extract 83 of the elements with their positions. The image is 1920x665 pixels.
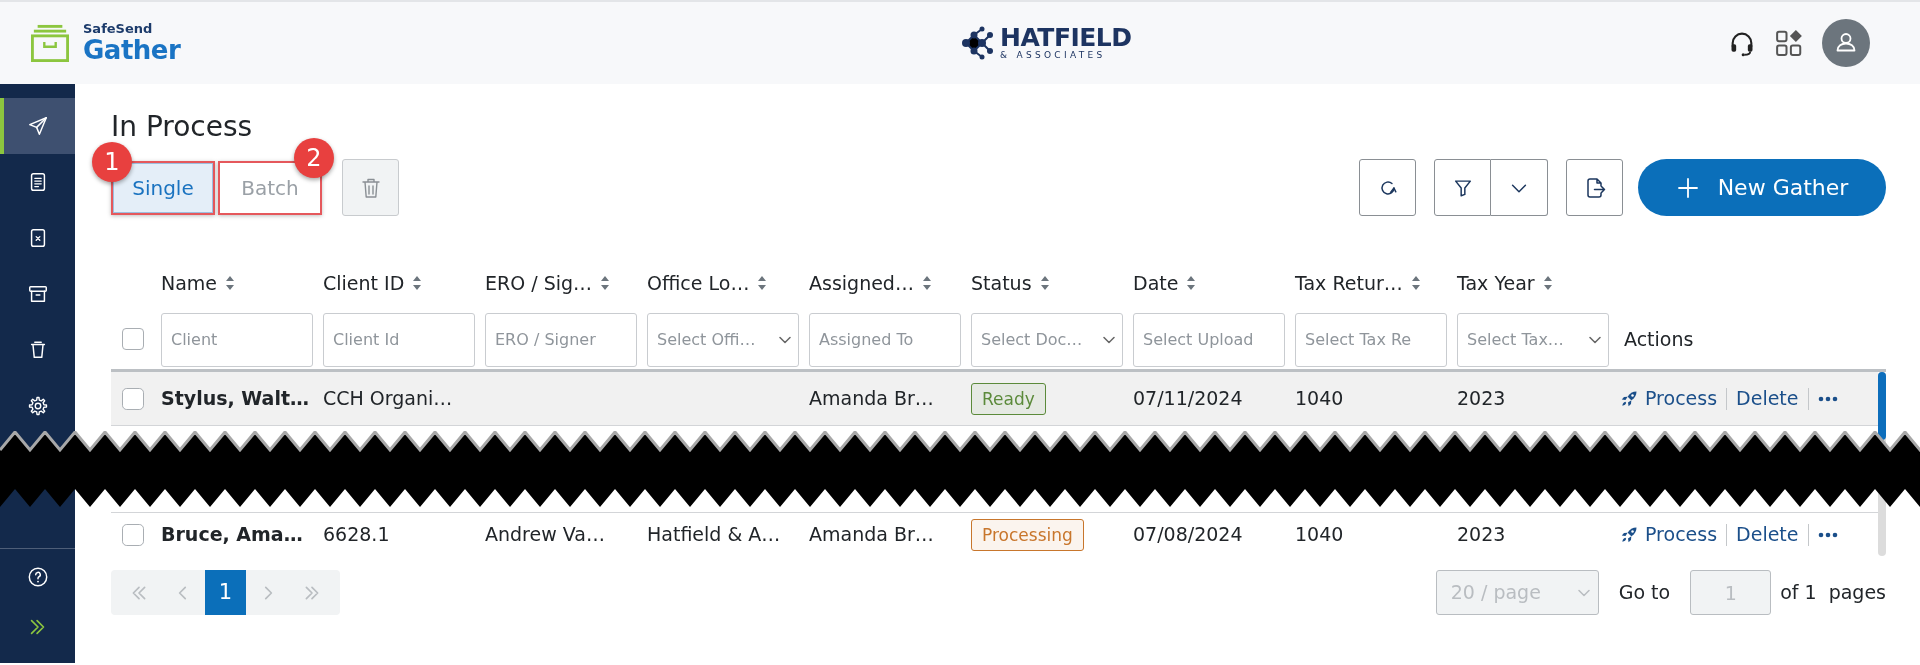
callout-marker: 2 xyxy=(294,137,334,178)
sort-icon xyxy=(600,275,611,291)
table-cell: Amanda Br… xyxy=(809,387,934,410)
sort-icon xyxy=(412,275,423,291)
more-icon[interactable] xyxy=(1817,531,1838,538)
filter-input[interactable]: Select Tax Re xyxy=(1295,312,1447,367)
new-gather-button[interactable]: New Gather xyxy=(1638,159,1886,216)
table-cell: Bruce, Ama… xyxy=(161,523,303,546)
table-cell: Stylus, Walt… xyxy=(161,387,310,410)
select-all-checkbox[interactable] xyxy=(122,327,144,350)
pages-label: pages xyxy=(1828,580,1886,606)
column-header[interactable]: Assigned… xyxy=(809,268,932,298)
double-chevron-left-icon xyxy=(130,583,148,602)
sort-icon xyxy=(921,275,932,291)
firm-logo-tagline: & ASSOCIATES xyxy=(1000,50,1107,61)
double-chevron-right-icon xyxy=(303,583,321,602)
goto-label: Go to xyxy=(1618,580,1671,606)
table-cell: 1040 xyxy=(1295,523,1344,546)
more-icon[interactable] xyxy=(1817,395,1838,402)
sort-icon xyxy=(1039,275,1050,291)
archive-box-icon xyxy=(26,283,49,305)
firm-logo-name: HATFIELD xyxy=(1000,25,1132,50)
refresh-button[interactable] xyxy=(1359,159,1416,216)
status-badge: Processing xyxy=(971,518,1084,551)
caret-icon xyxy=(1103,335,1115,344)
page-total-text: of 1 xyxy=(1780,580,1817,606)
table-cell: CCH Organi… xyxy=(323,387,453,410)
logo-brand-text: SafeSend xyxy=(83,22,154,36)
dot-network-logo-icon xyxy=(960,25,996,61)
table-cell: 2023 xyxy=(1457,387,1506,410)
sort-icon xyxy=(1186,275,1197,291)
column-header[interactable]: Name xyxy=(161,268,236,298)
column-header[interactable]: Office Lo… xyxy=(647,268,768,298)
apps-grid-icon[interactable] xyxy=(1774,28,1804,58)
export-button[interactable] xyxy=(1566,159,1623,216)
column-header: Actions xyxy=(1623,328,1694,351)
table-cell: 6628.1 xyxy=(323,523,390,546)
caret-icon xyxy=(1577,588,1590,597)
filter-dropdown-button[interactable] xyxy=(1491,159,1548,216)
plus-icon xyxy=(1675,175,1700,200)
status-badge: Ready xyxy=(971,382,1046,415)
help-icon xyxy=(26,566,49,588)
delete-link[interactable]: Delete xyxy=(1736,520,1799,549)
table-cell: Hatfield & A… xyxy=(647,523,781,546)
sort-icon xyxy=(1542,275,1553,291)
sort-icon xyxy=(225,275,236,291)
sort-icon xyxy=(757,275,768,291)
sidebar-nav-item[interactable] xyxy=(0,98,75,154)
table-cell: Amanda Br… xyxy=(809,523,934,546)
page-title: In Process xyxy=(111,110,254,144)
drawer-logo-icon xyxy=(29,24,71,62)
callout-marker: 1 xyxy=(92,141,132,182)
logo-product-text: Gather xyxy=(83,36,181,64)
caret-icon xyxy=(779,335,791,344)
caret-icon xyxy=(1589,335,1601,344)
filter-input[interactable]: Client Id xyxy=(323,312,475,367)
filter-input[interactable]: Client xyxy=(161,312,313,367)
settings-icon xyxy=(26,395,49,417)
sort-icon xyxy=(1410,275,1421,291)
process-link[interactable]: Process xyxy=(1619,384,1718,413)
column-header[interactable]: Tax Year xyxy=(1457,268,1553,298)
table-cell: 07/08/2024 xyxy=(1133,523,1243,546)
column-header[interactable]: ERO / Sig… xyxy=(485,268,611,298)
table-cell: 1040 xyxy=(1295,387,1344,410)
filter-input[interactable]: Select Upload xyxy=(1133,312,1285,367)
delete-link[interactable]: Delete xyxy=(1736,384,1799,413)
filter-button[interactable] xyxy=(1434,159,1491,216)
column-header[interactable]: Client ID xyxy=(323,268,423,298)
user-avatar-icon[interactable] xyxy=(1822,19,1870,67)
paper-plane-icon xyxy=(26,115,49,137)
row-checkbox[interactable] xyxy=(122,387,144,410)
column-header[interactable]: Date xyxy=(1133,268,1197,298)
column-header[interactable]: Status xyxy=(971,268,1050,298)
table-cell: Andrew Va… xyxy=(485,523,605,546)
filter-input[interactable]: ERO / Signer xyxy=(485,312,637,367)
table-cell: 2023 xyxy=(1457,523,1506,546)
page-number-button[interactable]: 1 xyxy=(205,570,246,615)
filter-input[interactable]: Assigned To xyxy=(809,312,961,367)
process-link[interactable]: Process xyxy=(1619,520,1718,549)
column-header[interactable]: Tax Retur… xyxy=(1295,268,1421,298)
scrollbar-thumb[interactable] xyxy=(1878,372,1886,440)
table-cell: 07/11/2024 xyxy=(1133,387,1243,410)
row-checkbox[interactable] xyxy=(122,523,144,546)
